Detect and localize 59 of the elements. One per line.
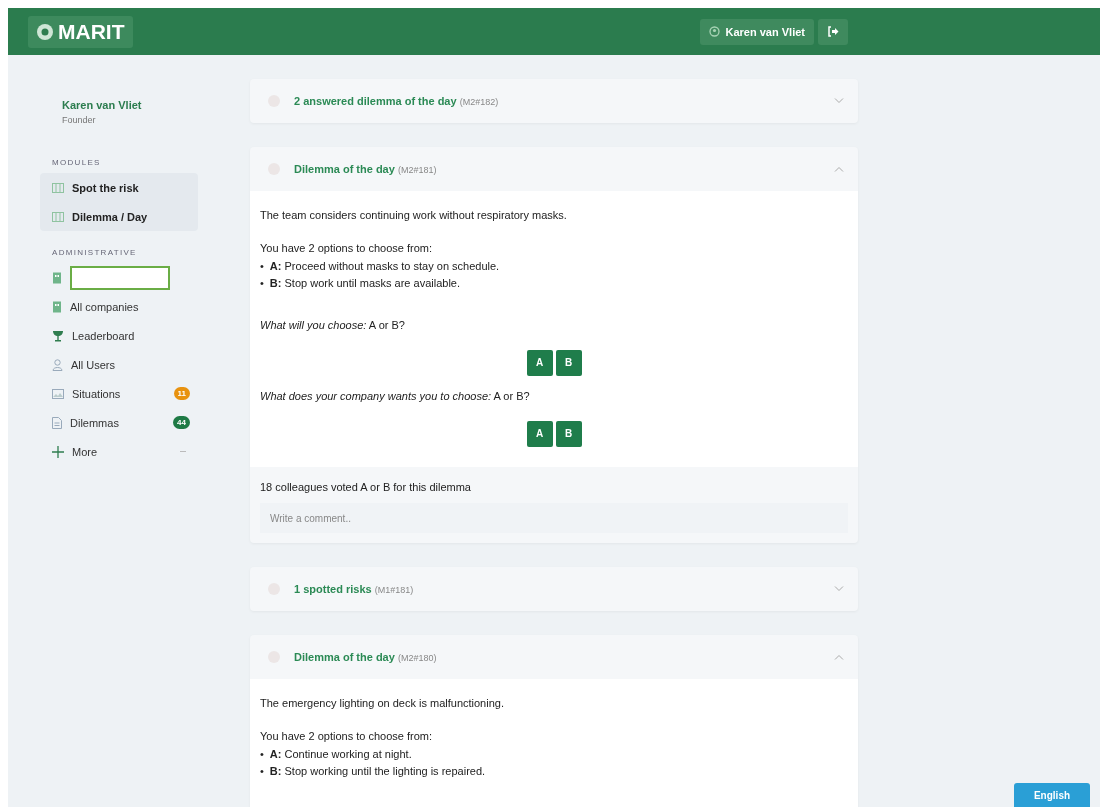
question-text: What does your company wants you to choose: A or B? [260,389,531,404]
count-badge: 11 [173,387,190,400]
user-name: Karen van Vliet [62,99,143,111]
chevron-icon[interactable] [834,586,844,592]
section-title: ADMINISTRATIVE [52,248,137,257]
chevron-icon[interactable] [834,654,844,660]
option-text: B: Stop work until masks are available. [269,276,460,291]
grid-icon [52,211,64,222]
menu-item[interactable]: Dilemma / Day [40,202,198,231]
user-role: Founder [62,115,97,125]
menu-item[interactable]: Situations 11 [40,379,198,408]
user-icon [708,26,720,37]
options-intro: You have 2 options to choose from: [260,241,434,256]
building-icon [52,300,62,313]
input-field[interactable] [70,265,170,290]
bullet: • [260,747,264,762]
menu-item[interactable]: Dilemmas 44 [40,408,198,437]
bullet: • [260,259,264,274]
menu-item[interactable]: All companies [40,292,198,321]
user-icon [52,358,63,371]
section-title: MODULES [52,158,101,167]
menu-item[interactable]: More [40,437,198,466]
logo-icon [36,22,54,41]
logout-button[interactable] [818,18,848,45]
trophy-icon [52,329,64,342]
building-icon [52,271,62,284]
plus-icon [52,445,64,458]
language-button[interactable]: English [1014,783,1090,807]
card-title[interactable]: 2 answered dilemma of the day (M2#182) [294,95,499,107]
choice-button[interactable]: A [526,350,553,376]
chevron-icon[interactable] [834,98,844,104]
choice-button[interactable]: A [526,421,553,447]
menu-item[interactable]: All Users [40,350,198,379]
comment-field[interactable]: Write a comment.. [260,503,848,533]
count-badge: 44 [173,416,190,429]
option-text: A: Proceed without masks to stay on schedule. [269,259,500,274]
option-text: B: Stop working until the lighting is repaired. [269,764,486,779]
chevron-icon[interactable] [834,166,844,172]
situation-text: The team considers continuing work without respiratory masks. [260,208,568,223]
situation-text: The emergency lighting on deck is malfunctioning. [260,696,505,711]
card-title[interactable]: Dilemma of the day (M2#181) [294,163,437,175]
grid-icon [52,182,64,193]
document-icon [52,416,62,429]
user-button[interactable]: Karen van Vliet [699,18,814,45]
choice-button[interactable]: B [555,350,582,376]
question-text: What will you choose: A or B? [260,318,406,333]
image-icon [52,388,64,399]
card-title[interactable]: 1 spotted risks (M1#181) [294,583,414,595]
bullet: • [260,764,264,779]
votes-text: 18 colleagues voted A or B for this dilemma [260,481,472,493]
logo[interactable]: MARIT [28,15,133,48]
bullet: • [260,276,264,291]
option-text: A: Continue working at night. [269,747,412,762]
menu-item[interactable]: Leaderboard [40,321,198,350]
options-intro: You have 2 options to choose from: [260,729,434,744]
menu-item[interactable]: Spot the risk [40,173,198,202]
card-title[interactable]: Dilemma of the day (M2#180) [294,651,437,663]
logout-icon [827,26,839,37]
choice-button[interactable]: B [555,421,582,447]
